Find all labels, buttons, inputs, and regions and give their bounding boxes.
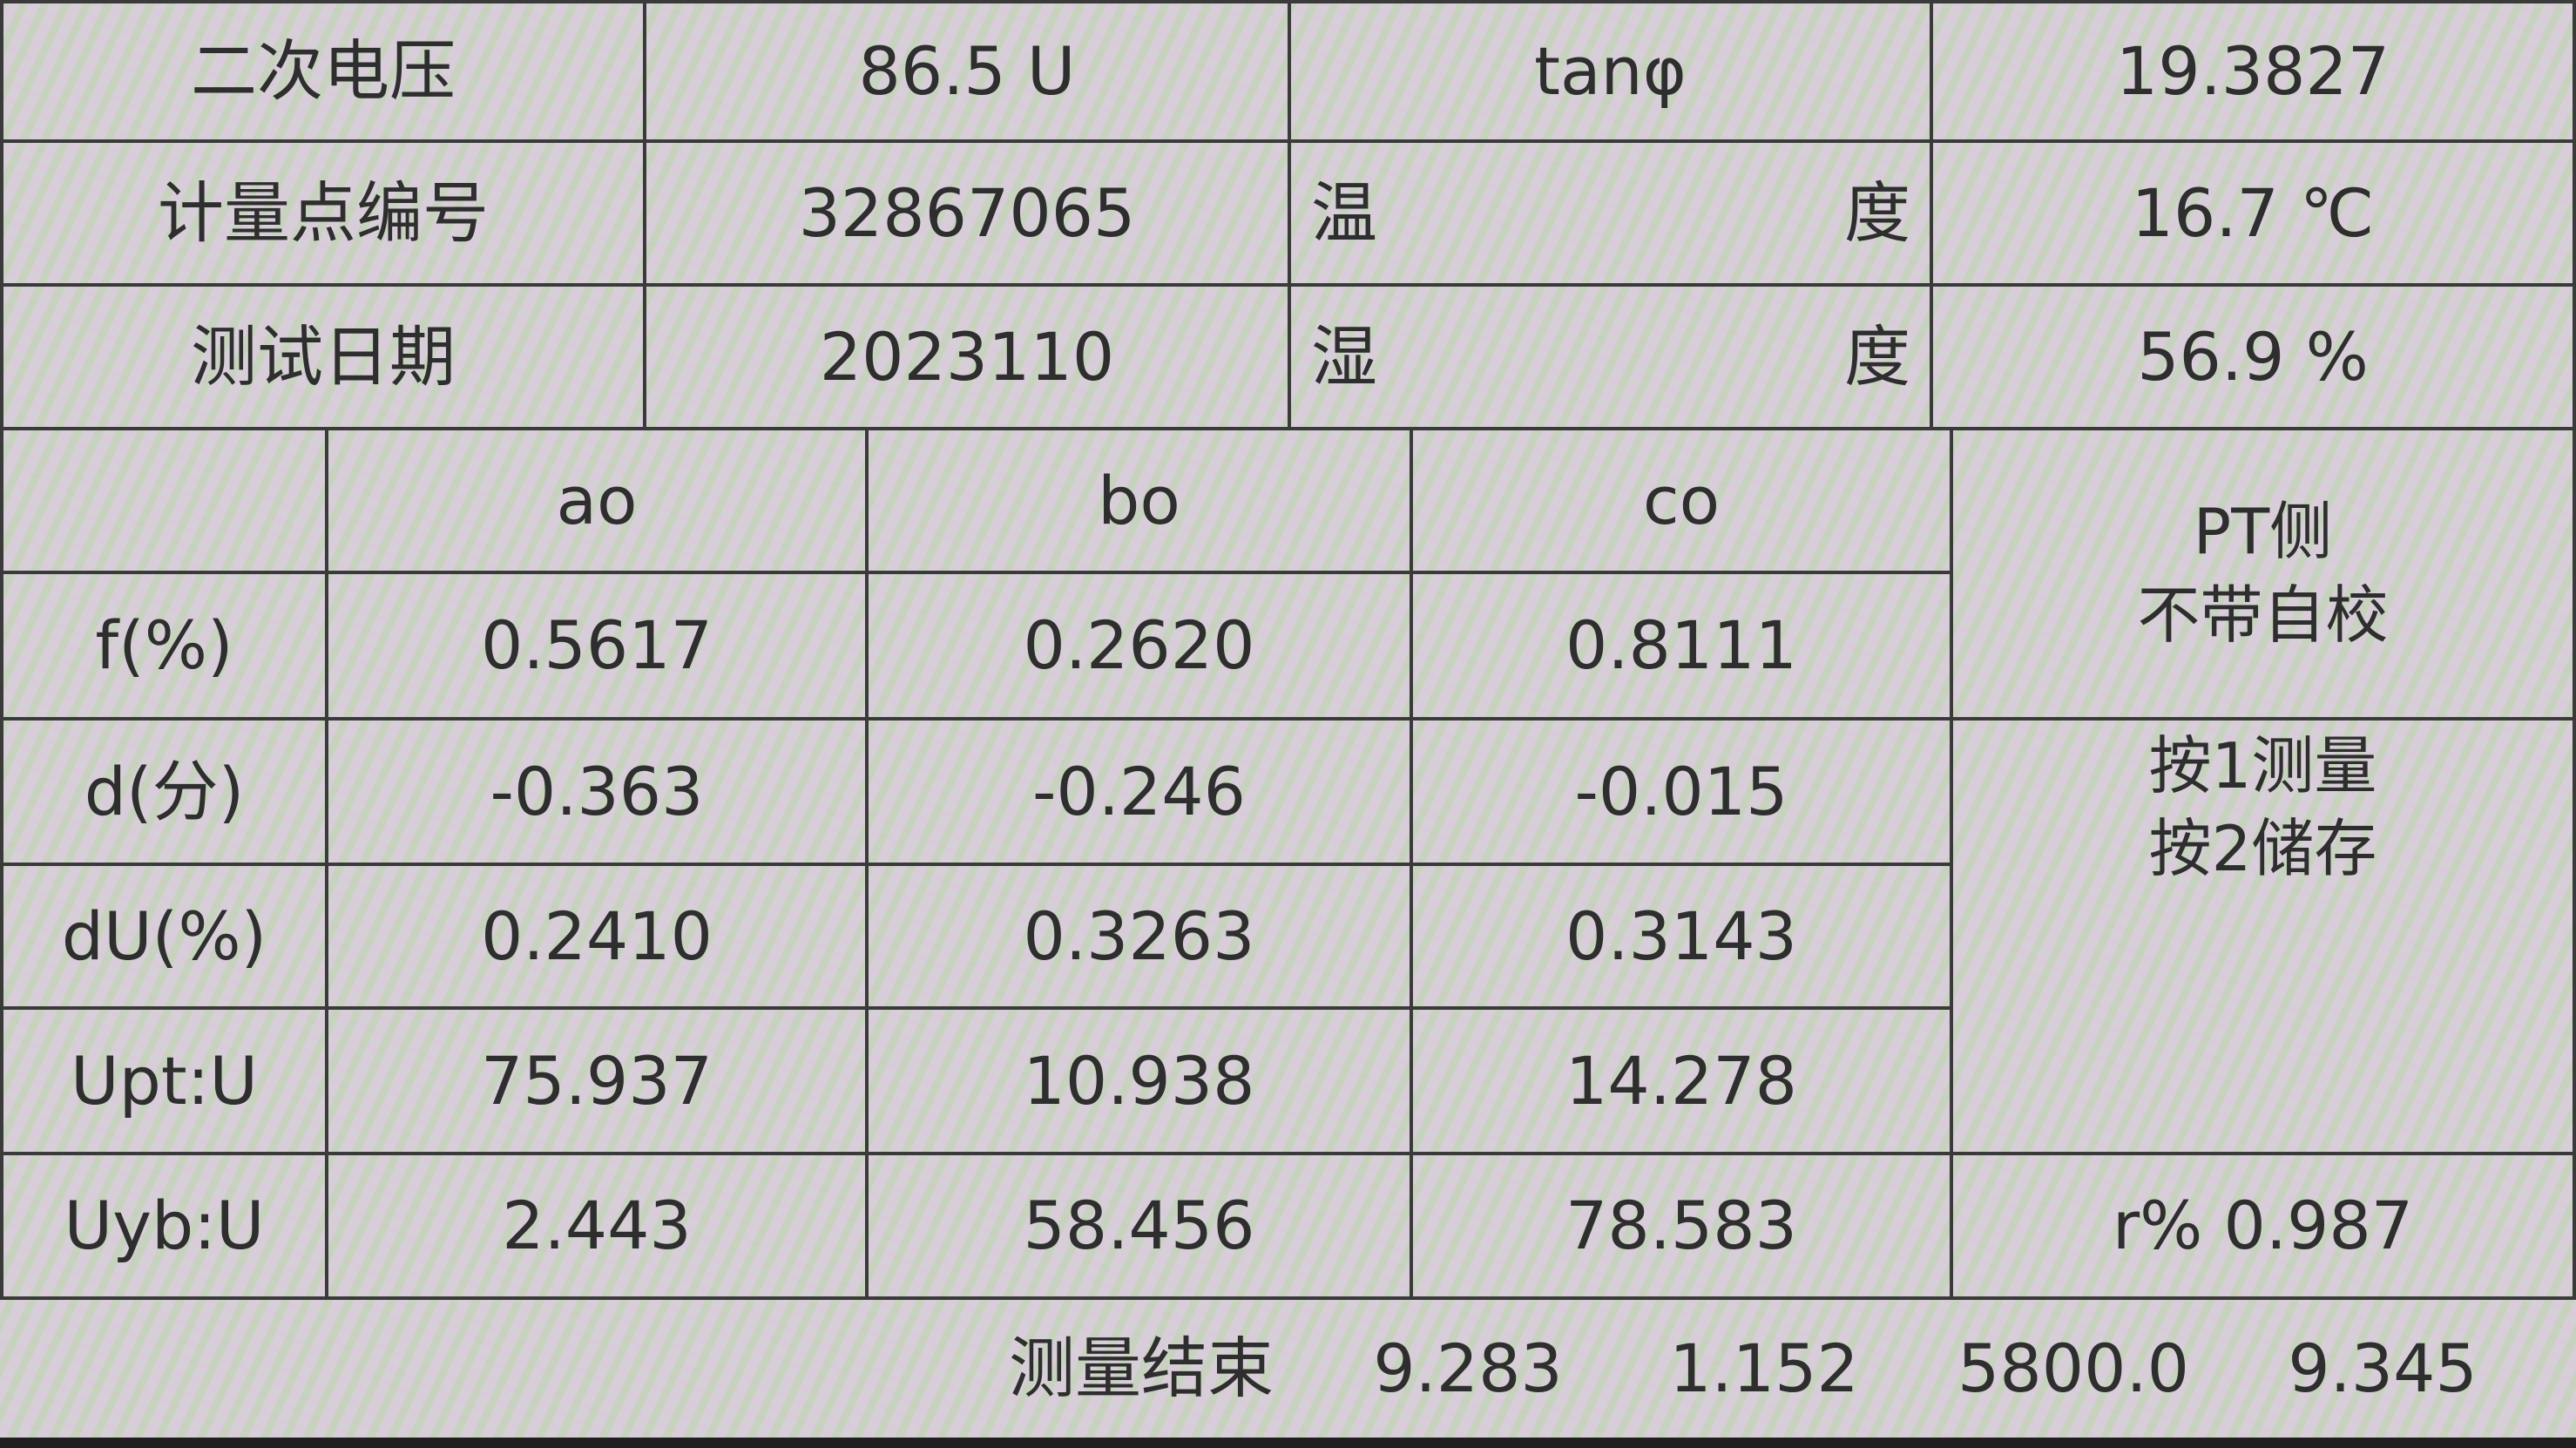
store-key-hint: 按2储存 <box>2148 812 2377 885</box>
self-calibration-line: 不带自校 <box>2137 578 2389 652</box>
temperature-value: 16.7 ℃ <box>2131 173 2375 252</box>
pt-side-line: PT侧 <box>2193 495 2333 569</box>
status-label: 测量结束 <box>1009 1330 1274 1407</box>
status-value: 9.345 <box>2288 1330 2478 1407</box>
pt-side-note: PT侧 不带自校 <box>1953 430 2573 717</box>
value-uyb-bo: 58.456 <box>1023 1187 1255 1264</box>
row-label-upt: Upt:U <box>71 1041 258 1120</box>
value-f-bo: 0.2620 <box>1023 606 1255 684</box>
row-label-du: dU(%) <box>61 897 267 975</box>
secondary-voltage-label: 二次电压 <box>191 32 456 110</box>
value-uyb-ao: 2.443 <box>502 1187 692 1264</box>
grid-line <box>2573 0 2576 1296</box>
key-hint: 按1测量 按2储存 <box>1953 721 2573 895</box>
status-value: 1.152 <box>1669 1330 1859 1407</box>
ratio-value: r% 0.987 <box>2112 1187 2414 1264</box>
value-upt-co: 14.278 <box>1565 1041 1797 1120</box>
secondary-voltage-value: 86.5 U <box>858 32 1076 110</box>
value-f-co: 0.8111 <box>1565 606 1797 684</box>
point-number-label: 计量点编号 <box>158 173 489 252</box>
column-header-ao: ao <box>556 461 638 539</box>
value-d-co: -0.015 <box>1574 752 1788 830</box>
screen-bezel-edge <box>0 1438 2576 1448</box>
value-d-bo: -0.246 <box>1032 752 1246 830</box>
humidity-label-start: 湿 <box>1311 317 1377 396</box>
temperature-label-start: 温 <box>1311 173 1377 252</box>
row-label-f: f(%) <box>95 606 233 684</box>
humidity-value: 56.9 % <box>2137 317 2369 396</box>
test-date-label: 测试日期 <box>191 317 456 396</box>
row-label-d: d(分) <box>84 752 245 830</box>
point-number-value: 32867065 <box>798 173 1136 252</box>
tan-label: tanφ <box>1534 32 1687 110</box>
measure-key-hint: 按1测量 <box>2148 728 2377 802</box>
value-f-ao: 0.5617 <box>481 606 713 684</box>
tan-value: 19.3827 <box>2115 32 2390 110</box>
column-header-bo: bo <box>1098 461 1180 539</box>
value-upt-ao: 75.937 <box>481 1041 713 1120</box>
value-upt-bo: 10.938 <box>1023 1041 1255 1120</box>
test-date-value: 2023110 <box>819 317 1115 396</box>
temperature-label-end: 度 <box>1844 173 1910 252</box>
column-header-co: co <box>1642 461 1721 539</box>
humidity-label-end: 度 <box>1844 317 1910 396</box>
row-label-uyb: Uyb:U <box>64 1187 265 1264</box>
value-du-ao: 0.2410 <box>481 897 713 975</box>
value-du-bo: 0.3263 <box>1023 897 1255 975</box>
value-du-co: 0.3143 <box>1565 897 1797 975</box>
status-value: 5800.0 <box>1957 1330 2189 1407</box>
instrument-screen: 二次电压 86.5 U tanφ 19.3827 计量点编号 32867065 … <box>0 0 2576 1448</box>
status-value: 9.283 <box>1373 1330 1563 1407</box>
value-d-ao: -0.363 <box>490 752 704 830</box>
value-uyb-co: 78.583 <box>1565 1187 1797 1264</box>
